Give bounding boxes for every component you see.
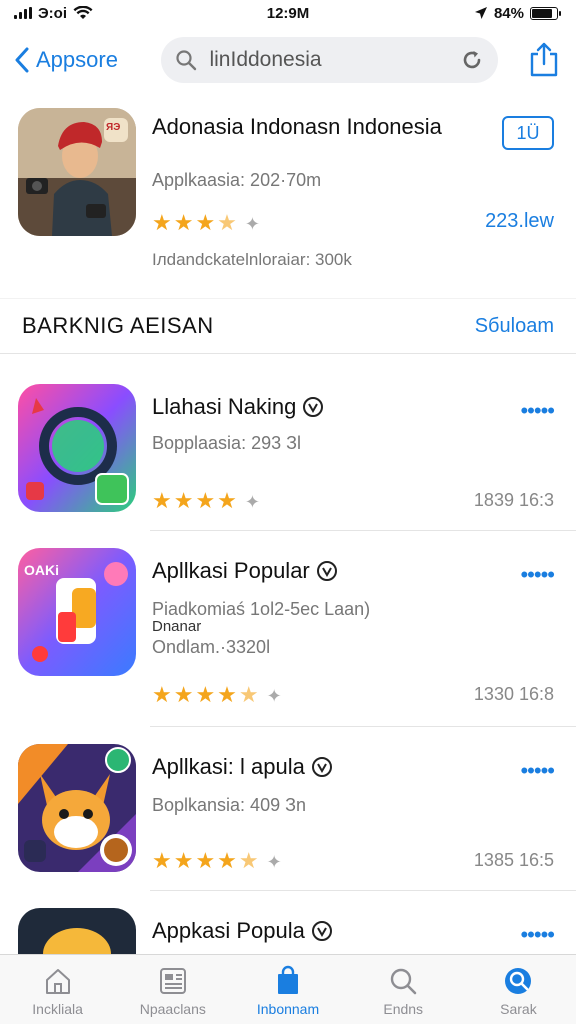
app-rating-3: ★★★★★ ✦: [152, 848, 284, 873]
share-button[interactable]: [526, 40, 562, 80]
back-label: Appsore: [36, 47, 118, 72]
divider: [150, 890, 576, 891]
verified-badge-icon: [311, 921, 332, 941]
app-row-3[interactable]: Apllkasi: l apula Boplkansia: 409 Зn ★★★…: [18, 744, 558, 873]
app-icon-3[interactable]: [18, 744, 136, 872]
featured-app-title[interactable]: Adonasia Indonasn Indonesia: [152, 114, 452, 140]
partial-app-icon: [18, 908, 136, 954]
app-title-text-3: Apllkasi: l apula: [152, 754, 305, 779]
app-subtitle-1: Bopplaasia: 293 Зl: [152, 433, 301, 453]
app-icon-2[interactable]: OAKi: [18, 548, 136, 676]
nav-bar: Appsore linIddonesia: [0, 34, 576, 86]
status-left: Э:оі: [14, 5, 93, 22]
app-row-2[interactable]: OAKi Apllkasi Popular Piadkomiaś 1ol2-5e…: [18, 548, 558, 707]
share-icon: [530, 42, 558, 77]
app-meta-3: 1385 16:5: [473, 850, 554, 870]
status-bar: Э:оі 12:9M 84%: [0, 0, 576, 26]
carrier-label: Э:оі: [38, 4, 67, 22]
more-button-2[interactable]: •••••: [520, 562, 555, 588]
featured-app-subtitle: Applkaasia: 202·70m: [152, 170, 322, 190]
app-title-text-2: Apllkasi Popular: [152, 558, 310, 583]
app-row-4[interactable]: Appkasi Populа •••••: [18, 908, 558, 954]
ring-app-icon: [18, 384, 136, 512]
today-icon: [45, 969, 70, 994]
tab-label-today: Inckliala: [32, 1001, 83, 1017]
app-title-text-1: Llahasi Naking: [152, 394, 297, 419]
battery-icon: [530, 6, 561, 20]
app-subtitle-3: Boplkansia: 409 Зn: [152, 795, 306, 815]
tab-search[interactable]: Endns: [346, 955, 461, 1024]
tab-label-apps: Inbonnam: [256, 1001, 320, 1017]
apps-icon: [278, 965, 298, 994]
tab-arcade[interactable]: Sarak: [461, 955, 576, 1024]
search-icon: [176, 50, 197, 71]
wifi-icon: [73, 6, 93, 19]
arcade-icon: [505, 968, 532, 994]
battery-fill: [532, 8, 553, 18]
back-button[interactable]: Appsore: [14, 47, 137, 73]
location-arrow-icon: [474, 7, 487, 19]
tab-label-games: Npaaclans: [139, 1001, 206, 1017]
tab-today[interactable]: Inckliala: [0, 955, 115, 1024]
status-right: 84%: [474, 4, 561, 22]
more-button-4[interactable]: •••••: [520, 922, 555, 948]
signal-icon: [14, 7, 32, 19]
games-icon: [159, 968, 186, 994]
search-icon: [391, 968, 417, 995]
tab-bar: Inckliala Npaaclans Inbonnam Endns Sarak: [0, 954, 576, 1024]
section-header: BARKNIG AEISAN Sбulоаm: [0, 298, 576, 354]
app-icon-badge-2: OAKi: [24, 562, 59, 578]
tab-label-arcade: Sarak: [500, 1001, 537, 1017]
chevron-left-icon: [15, 47, 29, 73]
app-title-4[interactable]: Appkasi Populа: [152, 918, 333, 944]
section-title: BARKNIG AEISAN: [22, 313, 214, 338]
app-subtitle-2b: Dnanar: [152, 618, 202, 635]
reload-icon[interactable]: [460, 48, 484, 72]
clock: 12:9M: [266, 4, 310, 22]
app-title-text-4: Appkasi Populа: [152, 918, 305, 943]
app-title-3[interactable]: Apllkasi: l apula: [152, 754, 333, 780]
app-title-1[interactable]: Llahasi Naking: [152, 394, 324, 420]
featured-app-rating: ★★★★ ✦: [152, 210, 262, 235]
app-meta-1: 1839 16:3: [473, 490, 554, 510]
app-subtitle-2c: Ondlam.·3320l: [152, 637, 271, 657]
see-all-link[interactable]: Sбulоаm: [475, 315, 554, 338]
fox-game-icon: [18, 744, 136, 872]
search-query[interactable]: linIddonesia: [209, 48, 448, 72]
more-button-1[interactable]: •••••: [520, 398, 555, 424]
app-rating-2: ★★★★★ ✦: [152, 682, 284, 707]
featured-get-button[interactable]: 1Ü: [502, 116, 554, 150]
featured-app-icon[interactable]: ЯЭ: [18, 108, 136, 236]
divider: [150, 530, 576, 531]
featured-app[interactable]: ЯЭ Adonasia Indonasn Indonesia Applkaasi…: [18, 108, 558, 278]
app-rating-1: ★★★★ ✦: [152, 488, 262, 513]
verified-badge-icon: [311, 757, 332, 777]
tab-games[interactable]: Npaaclans: [115, 955, 230, 1024]
app-icon-1[interactable]: [18, 384, 136, 512]
app-icon-4[interactable]: [18, 908, 136, 954]
battery-percent: 84%: [493, 4, 524, 22]
verified-badge-icon: [316, 561, 337, 581]
divider: [150, 726, 576, 727]
app-row-1[interactable]: Llahasi Naking Bopplaasia: 293 Зl ★★★★ ✦ …: [18, 384, 558, 513]
featured-app-info: Ілdandckatelnlorаіаr: 300k: [152, 250, 352, 269]
search-field[interactable]: linIddonesia: [161, 37, 499, 83]
tab-label-search: Endns: [383, 1001, 424, 1017]
app-meta-2: 1330 16:8: [473, 684, 554, 704]
featured-app-size[interactable]: 223.lew: [485, 210, 554, 233]
app-title-2[interactable]: Apllkasi Popular: [152, 558, 338, 584]
verified-badge-icon: [303, 397, 324, 417]
more-button-3[interactable]: •••••: [520, 758, 555, 784]
featured-icon-badge: ЯЭ: [106, 122, 121, 133]
tab-apps[interactable]: Inbonnam: [230, 955, 345, 1024]
